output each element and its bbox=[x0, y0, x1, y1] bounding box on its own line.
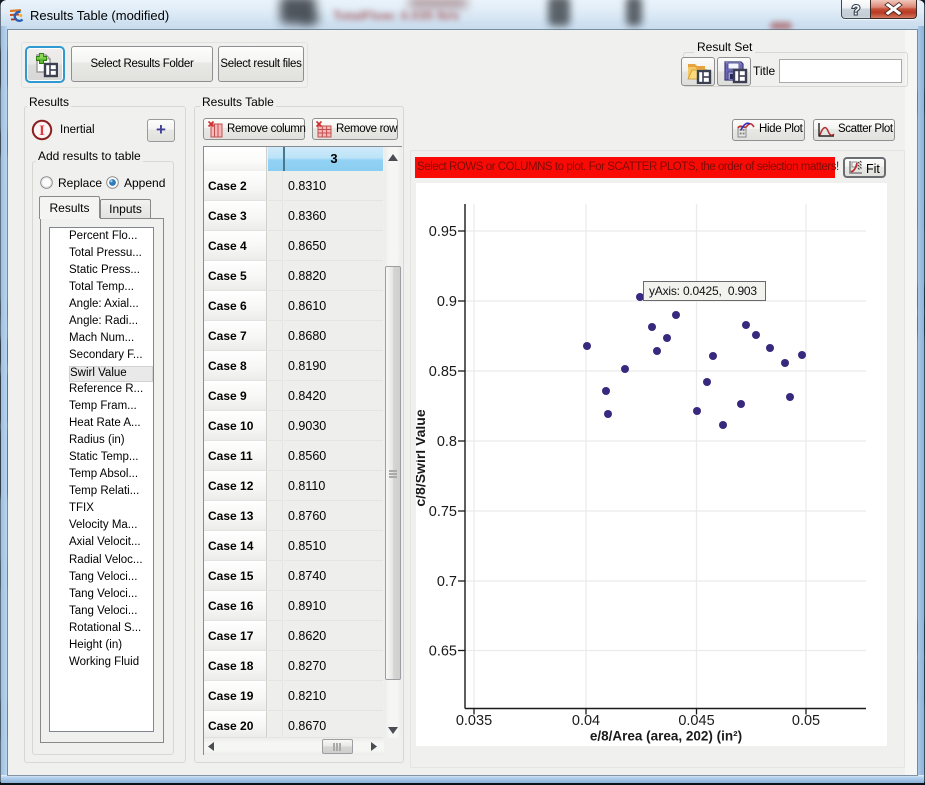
svg-text:0.75: 0.75 bbox=[429, 504, 457, 520]
svg-text:0.95: 0.95 bbox=[429, 224, 457, 240]
svg-text:?: ? bbox=[852, 2, 861, 18]
svg-text:0.9: 0.9 bbox=[437, 294, 457, 310]
svg-text:0.035: 0.035 bbox=[456, 713, 492, 729]
svg-text:0.04: 0.04 bbox=[572, 713, 600, 729]
svg-text:0.7: 0.7 bbox=[437, 574, 457, 590]
svg-text:0.045: 0.045 bbox=[678, 713, 714, 729]
svg-text:0.65: 0.65 bbox=[429, 644, 457, 660]
svg-text:e/8/Area (area, 202) (in²): e/8/Area (area, 202) (in²) bbox=[590, 729, 742, 744]
svg-text:c/8/Swirl Value: c/8/Swirl Value bbox=[416, 409, 428, 506]
svg-text:0.85: 0.85 bbox=[429, 364, 457, 380]
svg-text:I: I bbox=[39, 123, 45, 139]
svg-text:0.05: 0.05 bbox=[792, 713, 820, 729]
svg-text:0.8: 0.8 bbox=[437, 434, 457, 450]
